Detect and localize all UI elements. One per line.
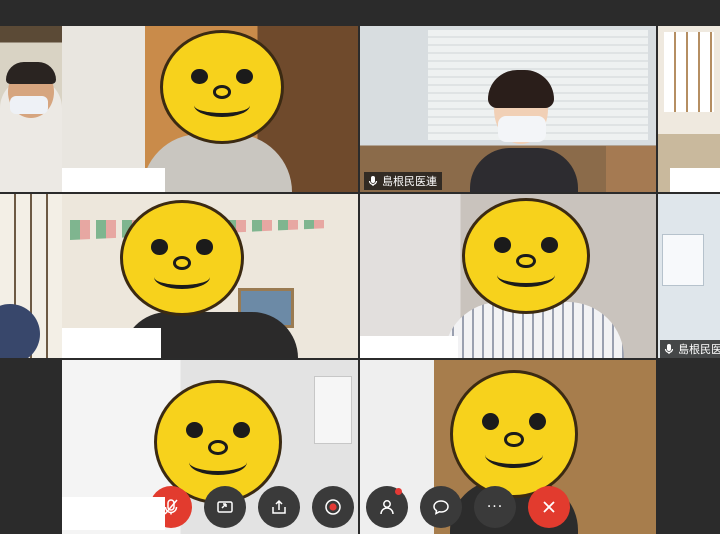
face-cover-sticker — [450, 370, 578, 498]
upload-share-icon — [272, 499, 286, 514]
redacted-name-label — [670, 168, 720, 192]
participants-button[interactable] — [366, 486, 408, 528]
screen-share-icon — [217, 501, 233, 513]
redacted-name-label — [62, 328, 161, 358]
record-button[interactable] — [312, 486, 354, 528]
wall-chart — [662, 234, 704, 286]
meeting-toolbar: ··· — [146, 484, 576, 530]
more-icon: ··· — [486, 499, 504, 515]
record-icon — [325, 499, 341, 515]
video-tile-p3-active[interactable]: 島根民医連 — [360, 26, 656, 192]
redacted-name-label — [360, 336, 458, 358]
microphone-icon — [664, 344, 674, 354]
close-icon — [543, 501, 555, 513]
leave-meeting-button[interactable] — [528, 486, 570, 528]
face-cover-sticker — [160, 30, 284, 144]
participant-name: 島根民医 — [678, 343, 720, 356]
video-tile-p8[interactable]: 島根民医 — [658, 194, 720, 358]
face-mask — [498, 116, 546, 142]
chat-button[interactable] — [420, 486, 462, 528]
more-options-button[interactable]: ··· — [474, 486, 516, 528]
microphone-icon — [368, 176, 378, 186]
video-tile-p0[interactable] — [0, 26, 62, 192]
person-icon — [380, 500, 394, 515]
redacted-name-label — [62, 497, 165, 530]
window — [664, 32, 714, 112]
jersey — [314, 376, 352, 444]
video-tile-p4[interactable] — [658, 26, 720, 192]
video-grid: 島根民医連 島根民医 — [0, 0, 720, 534]
screen-share-button[interactable] — [204, 486, 246, 528]
video-tile-p5[interactable] — [0, 194, 62, 358]
notification-badge — [395, 488, 402, 495]
face-cover-sticker — [462, 198, 590, 314]
participant-name-tag: 島根民医連 — [364, 172, 442, 190]
participant-name-tag: 島根民医 — [660, 340, 720, 358]
hair — [6, 62, 56, 84]
bookshelf — [606, 146, 656, 192]
video-tile-p6[interactable] — [62, 194, 358, 358]
face-cover-sticker — [120, 200, 244, 316]
video-tile-p1[interactable] — [62, 26, 358, 192]
video-tile-p7[interactable] — [360, 194, 656, 358]
share-button[interactable] — [258, 486, 300, 528]
redacted-name-label — [62, 168, 165, 192]
chat-bubble-icon — [433, 500, 449, 515]
face-mask — [10, 96, 48, 114]
participant-name: 島根民医連 — [382, 175, 437, 188]
